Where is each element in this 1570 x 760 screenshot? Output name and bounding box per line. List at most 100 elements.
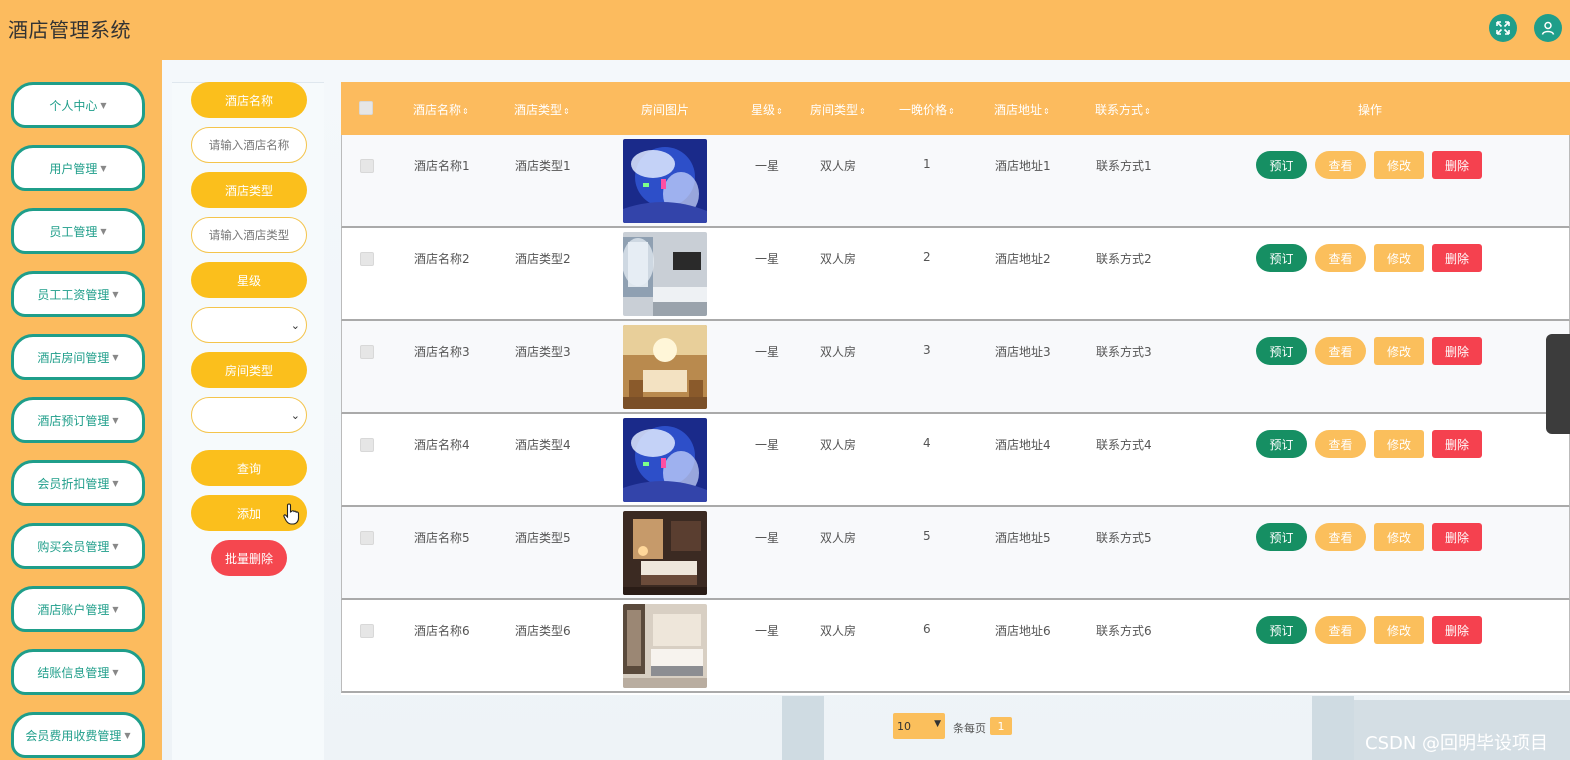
edit-button[interactable]: 修改 — [1374, 616, 1424, 644]
delete-button[interactable]: 删除 — [1432, 523, 1482, 551]
contact-cell: 联系方式2 — [1096, 252, 1152, 266]
room-type-cell: 双人房 — [820, 159, 857, 173]
sort-icon[interactable]: ⇕ — [859, 107, 866, 116]
view-button[interactable]: 查看 — [1315, 151, 1366, 179]
row-checkbox[interactable] — [360, 159, 374, 173]
sidebar-item-member-fee-management[interactable]: 会员费用收费管理 ▼ — [11, 712, 145, 758]
sort-icon[interactable]: ⇕ — [563, 107, 570, 116]
view-button[interactable]: 查看 — [1315, 244, 1366, 272]
page-size-value: 10 — [897, 719, 911, 733]
side-panel-handle[interactable] — [1546, 334, 1570, 434]
hotel-type-cell: 酒店类型4 — [515, 438, 571, 452]
app-title: 酒店管理系统 — [8, 18, 131, 42]
price-cell: 5 — [923, 529, 931, 543]
hotel-name-input[interactable]: 请输入酒店名称 — [191, 127, 307, 163]
row-checkbox[interactable] — [360, 624, 374, 638]
column-header[interactable]: 一晚价格⇕ — [899, 101, 955, 118]
sidebar-item-account-management[interactable]: 酒店账户管理 ▼ — [11, 586, 145, 632]
sidebar-item-personal-center[interactable]: 个人中心 ▼ — [11, 82, 145, 128]
edit-button[interactable]: 修改 — [1374, 523, 1424, 551]
star-cell: 一星 — [755, 531, 780, 545]
book-button[interactable]: 预订 — [1256, 616, 1307, 644]
column-header[interactable]: 酒店名称⇕ — [413, 101, 469, 118]
edit-button[interactable]: 修改 — [1374, 337, 1424, 365]
sidebar-item-label: 酒店账户管理 — [37, 602, 110, 617]
contact-cell: 联系方式6 — [1096, 624, 1152, 638]
sidebar-item-room-management[interactable]: 酒店房间管理 ▼ — [11, 334, 145, 380]
sidebar-item-salary-management[interactable]: 员工工资管理 ▼ — [11, 271, 145, 317]
page-number-current[interactable]: 1 — [990, 717, 1012, 735]
caret-down-icon: ▼ — [112, 352, 119, 362]
fullscreen-button[interactable] — [1489, 14, 1517, 42]
sidebar-item-booking-management[interactable]: 酒店预订管理 ▼ — [11, 397, 145, 443]
sort-icon[interactable]: ⇕ — [948, 107, 955, 116]
batch-delete-button[interactable]: 批量删除 — [211, 540, 287, 576]
address-cell: 酒店地址2 — [995, 252, 1051, 266]
room-image[interactable] — [623, 325, 707, 409]
sort-icon[interactable]: ⇕ — [1043, 107, 1050, 116]
room-image[interactable] — [623, 511, 707, 595]
room-image[interactable] — [623, 418, 707, 502]
star-cell: 一星 — [755, 624, 780, 638]
sort-icon[interactable]: ⇕ — [1144, 107, 1151, 116]
query-button[interactable]: 查询 — [191, 450, 307, 486]
column-header[interactable]: 酒店类型⇕ — [514, 101, 570, 118]
delete-button[interactable]: 删除 — [1432, 151, 1482, 179]
row-checkbox[interactable] — [360, 438, 374, 452]
contact-cell: 联系方式5 — [1096, 531, 1152, 545]
sidebar-item-discount-management[interactable]: 会员折扣管理 ▼ — [11, 460, 145, 506]
table-row: 酒店名称3 酒店类型3 一星 双人房 3 酒店地址3 联系方式3 预订 查看 修改 删除 — [341, 321, 1570, 414]
view-button[interactable]: 查看 — [1315, 337, 1366, 365]
sidebar: 个人中心 ▼ 用户管理 ▼ 员工管理 ▼ 员工工资管理 ▼ 酒店房间管理 ▼ 酒店预订管理… — [0, 60, 162, 760]
row-checkbox[interactable] — [360, 531, 374, 545]
hotel-name-cell: 酒店名称2 — [414, 252, 470, 266]
contact-cell: 联系方式3 — [1096, 345, 1152, 359]
hotel-type-label: 酒店类型 — [191, 172, 307, 208]
book-button[interactable]: 预订 — [1256, 337, 1307, 365]
delete-button[interactable]: 删除 — [1432, 616, 1482, 644]
hotel-type-cell: 酒店类型1 — [515, 159, 571, 173]
room-type-cell: 双人房 — [820, 252, 857, 266]
table-row: 酒店名称2 酒店类型2 一星 双人房 2 酒店地址2 联系方式2 预订 查看 修改 删除 — [341, 228, 1570, 321]
room-type-select[interactable]: ⌄ — [191, 397, 307, 433]
sidebar-item-membership-purchase[interactable]: 购买会员管理 ▼ — [11, 523, 145, 569]
sidebar-item-staff-management[interactable]: 员工管理 ▼ — [11, 208, 145, 254]
edit-button[interactable]: 修改 — [1374, 244, 1424, 272]
sort-icon[interactable]: ⇕ — [462, 107, 469, 116]
view-button[interactable]: 查看 — [1315, 523, 1366, 551]
delete-button[interactable]: 删除 — [1432, 244, 1482, 272]
row-checkbox[interactable] — [360, 345, 374, 359]
chevron-down-icon: ⌄ — [290, 408, 300, 422]
column-header[interactable]: 酒店地址⇕ — [994, 101, 1050, 118]
room-image[interactable] — [623, 139, 707, 223]
page-size-select[interactable]: 10 ▼ — [893, 713, 945, 739]
star-select[interactable]: ⌄ — [191, 307, 307, 343]
delete-button[interactable]: 删除 — [1432, 430, 1482, 458]
book-button[interactable]: 预订 — [1256, 430, 1307, 458]
row-checkbox[interactable] — [360, 252, 374, 266]
column-header[interactable]: 星级⇕ — [751, 101, 783, 118]
column-header[interactable]: 联系方式⇕ — [1095, 101, 1151, 118]
sort-icon[interactable]: ⇕ — [776, 107, 783, 116]
sidebar-item-checkout-management[interactable]: 结账信息管理 ▼ — [11, 649, 145, 695]
star-cell: 一星 — [755, 252, 780, 266]
view-button[interactable]: 查看 — [1315, 616, 1366, 644]
book-button[interactable]: 预订 — [1256, 244, 1307, 272]
column-header[interactable]: 房间类型⇕ — [810, 101, 866, 118]
book-button[interactable]: 预订 — [1256, 151, 1307, 179]
sidebar-item-user-management[interactable]: 用户管理 ▼ — [11, 145, 145, 191]
table-row: 酒店名称6 酒店类型6 一星 双人房 6 酒店地址6 联系方式6 预订 查看 修改 删除 — [341, 600, 1570, 693]
user-icon — [1541, 21, 1555, 35]
view-button[interactable]: 查看 — [1315, 430, 1366, 458]
book-button[interactable]: 预订 — [1256, 523, 1307, 551]
select-all-checkbox[interactable] — [359, 101, 373, 115]
user-button[interactable] — [1534, 14, 1562, 42]
edit-button[interactable]: 修改 — [1374, 151, 1424, 179]
room-image[interactable] — [623, 232, 707, 316]
edit-button[interactable]: 修改 — [1374, 430, 1424, 458]
room-type-cell: 双人房 — [820, 438, 857, 452]
delete-button[interactable]: 删除 — [1432, 337, 1482, 365]
room-image[interactable] — [623, 604, 707, 688]
hotel-name-cell: 酒店名称1 — [414, 159, 470, 173]
hotel-type-input[interactable]: 请输入酒店类型 — [191, 217, 307, 253]
